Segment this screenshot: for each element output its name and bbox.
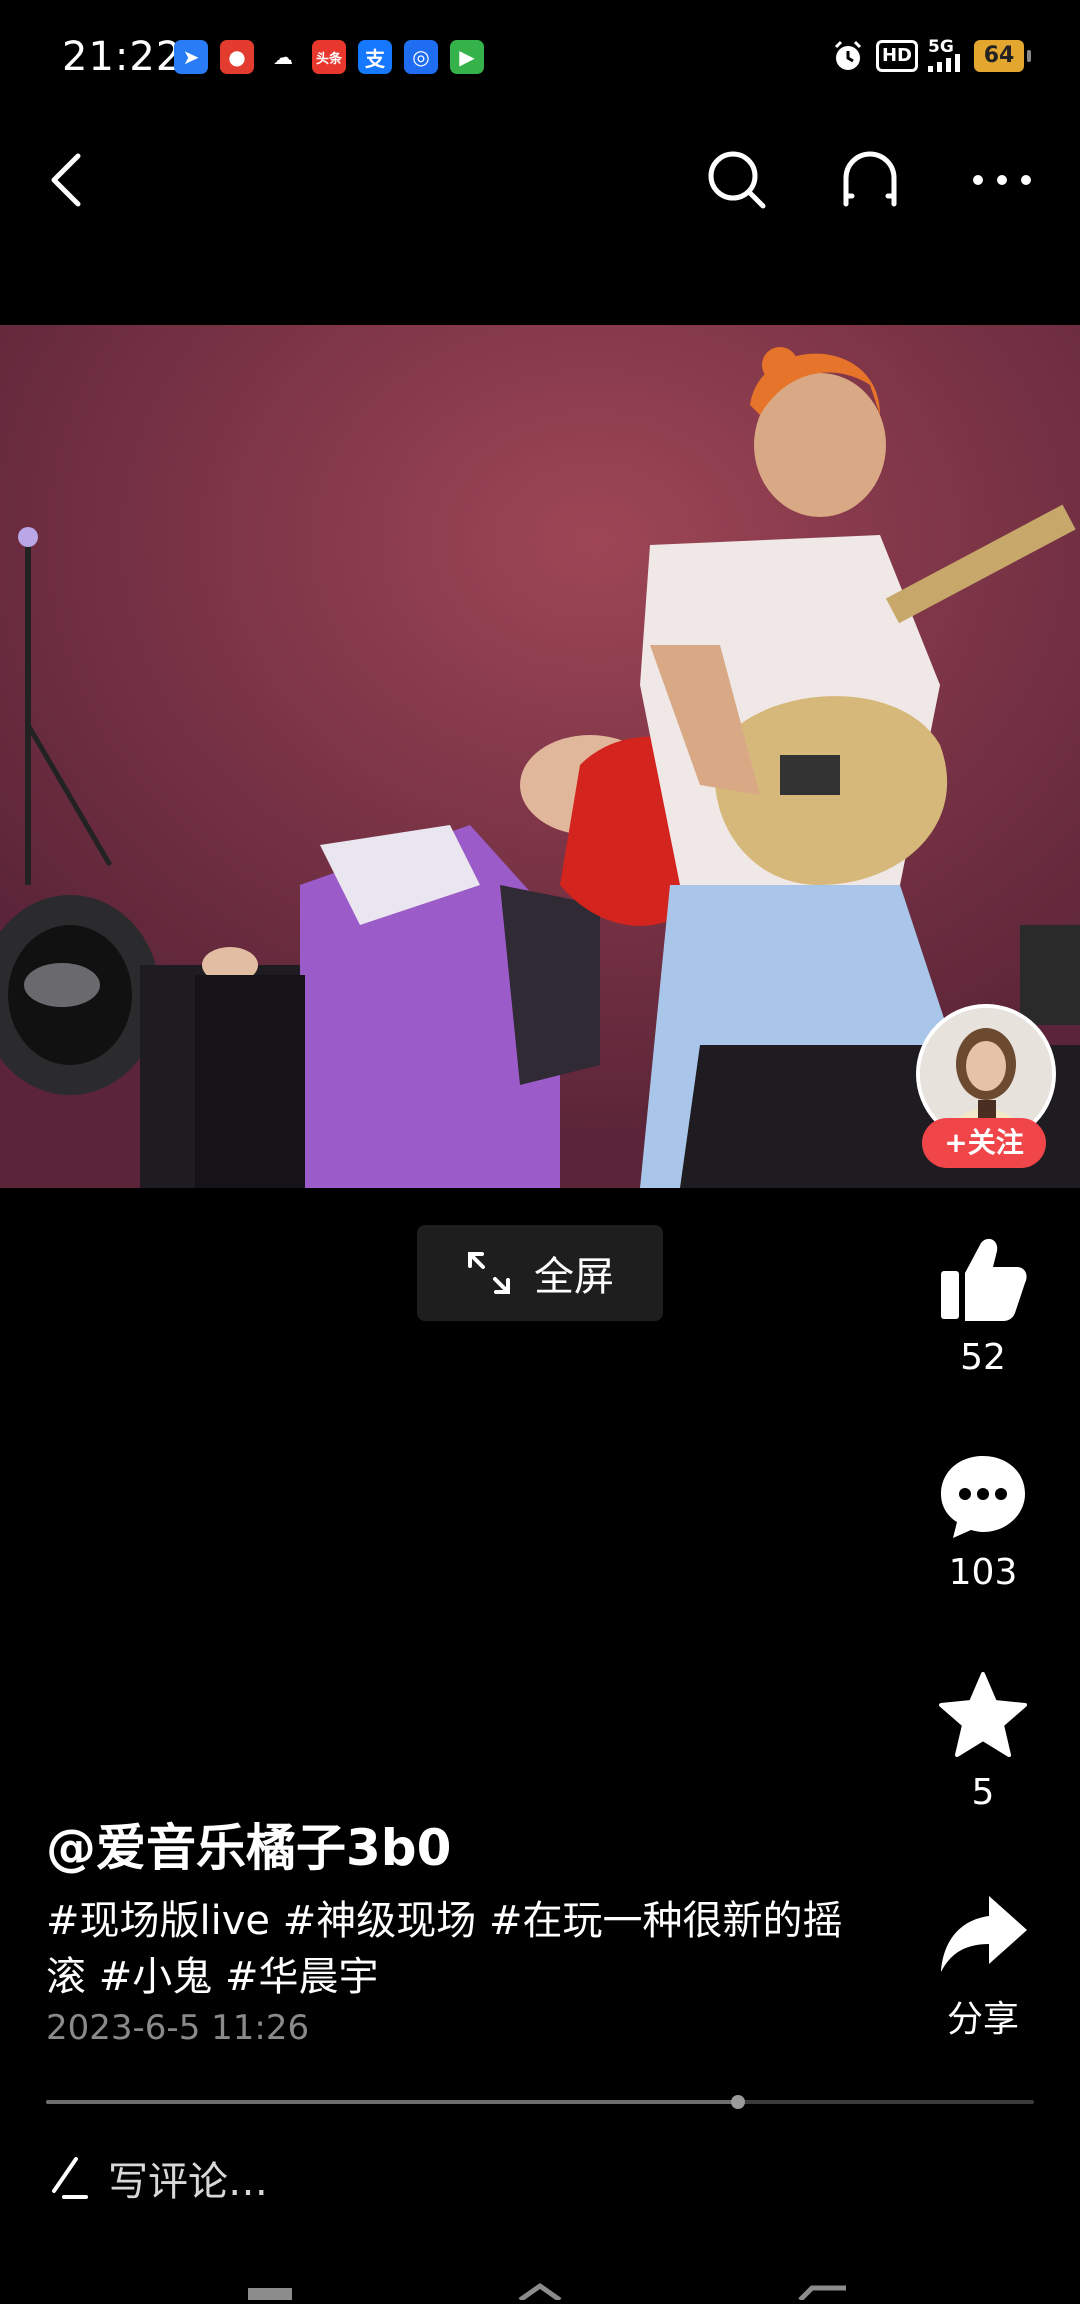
star-icon <box>939 1672 1027 1757</box>
search-icon <box>708 151 766 209</box>
alarm-icon <box>834 40 862 70</box>
post-date: 2023-6-5 11:26 <box>46 2008 310 2048</box>
system-nav-bar <box>0 2272 1080 2303</box>
headphones-icon <box>843 151 897 207</box>
app-blue-circle-icon: ◎ <box>404 40 438 74</box>
cloud-icon: ☁ <box>273 45 293 69</box>
app-video-icon: ▶ <box>450 40 484 74</box>
hd-badge: HD <box>875 40 918 72</box>
thumbs-up-icon <box>941 1238 1027 1321</box>
network-label: 5G <box>928 37 954 57</box>
notification-icons: ➤ ● ☁ 头条支 ◎ ▶ <box>174 40 484 74</box>
more-button[interactable] <box>962 140 1042 220</box>
signal-bars-icon <box>928 54 960 72</box>
fullscreen-label: 全屏 <box>534 1254 614 1300</box>
comment-placeholder: 写评论… <box>108 2159 268 2205</box>
pen-icon <box>52 2157 88 2199</box>
comment-bubble-icon <box>941 1456 1025 1538</box>
home-icon <box>518 2282 562 2303</box>
progress-handle[interactable] <box>730 2095 745 2109</box>
battery-indicator: 64 <box>974 40 1031 72</box>
status-bar: 21:22 ➤ ● ☁ 头条支 ◎ ▶ HD 5G 64 <box>0 0 1080 112</box>
system-nav-icons <box>248 2282 846 2303</box>
alipay-icon: 支 <box>358 40 392 74</box>
signal-indicator: 5G <box>928 37 964 72</box>
app-red-icon: ● <box>220 40 254 74</box>
comment-input[interactable]: 写评论… <box>46 2140 1034 2216</box>
expand-icon <box>468 1252 510 1294</box>
status-time: 21:22 <box>62 34 183 80</box>
top-nav <box>0 130 1080 230</box>
search-button[interactable] <box>697 140 777 220</box>
recent-apps-icon <box>248 2288 292 2300</box>
favorite-button[interactable]: 5 <box>920 1670 1046 1813</box>
favorite-count: 5 <box>971 1772 995 1813</box>
toutiao-icon: 头条 <box>312 40 346 74</box>
comment-button[interactable]: 103 <box>920 1452 1046 1593</box>
share-label: 分享 <box>946 1999 1019 2040</box>
progress-bar[interactable] <box>46 2095 1034 2109</box>
system-icons: HD 5G 64 <box>830 37 1031 74</box>
listen-button[interactable] <box>830 140 910 220</box>
like-count: 52 <box>960 1337 1006 1378</box>
back-button[interactable] <box>26 140 106 220</box>
like-button[interactable]: 52 <box>920 1233 1046 1378</box>
share-button[interactable]: 分享 <box>920 1892 1046 2042</box>
comment-count: 103 <box>948 1552 1018 1593</box>
more-dots-icon <box>973 175 1031 185</box>
back-nav-icon <box>798 2285 846 2302</box>
share-arrow-icon <box>941 1896 1027 1972</box>
post-tags[interactable]: #现场版live #神级现场 #在玩一种很新的摇滚 #小鬼 #华晨宇 <box>46 1893 846 2005</box>
fullscreen-button[interactable]: 全屏 <box>417 1225 663 1321</box>
back-arrow-icon <box>51 153 81 207</box>
follow-button[interactable]: +关注 <box>922 1118 1046 1168</box>
progress-fill <box>46 2100 738 2104</box>
author-name[interactable]: @爱音乐橘子3b0 <box>46 1808 451 1880</box>
app-blue-arrow-icon: ➤ <box>174 40 208 74</box>
